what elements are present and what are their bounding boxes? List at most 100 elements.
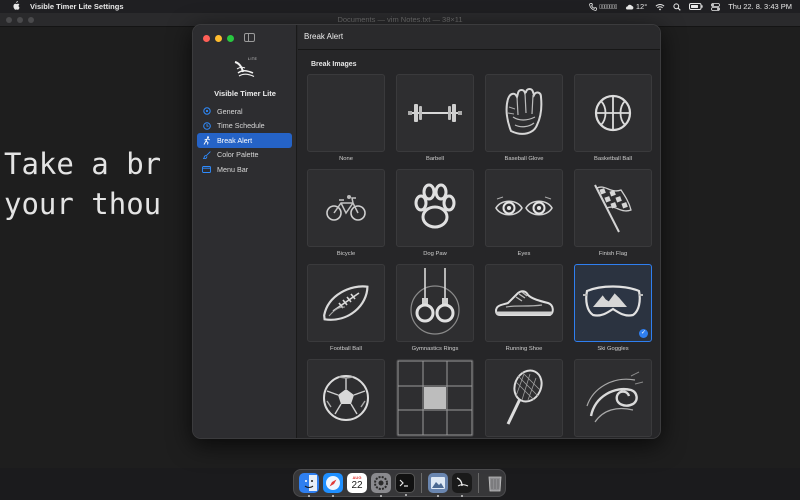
- image-tile[interactable]: [307, 169, 385, 247]
- phone-icon[interactable]: ▯▯▯▯▯▯▯: [589, 2, 617, 11]
- image-option-grid-pattern[interactable]: [396, 359, 474, 438]
- running-indicator: [380, 495, 382, 497]
- safari-icon[interactable]: [323, 473, 343, 497]
- sidebar-toggle-icon[interactable]: [244, 33, 255, 42]
- image-caption: Ski Goggles: [597, 346, 629, 352]
- sidebar-item-menu-bar[interactable]: Menu Bar: [197, 162, 292, 177]
- image-option-running-shoe[interactable]: Running Shoe: [485, 264, 563, 352]
- image-tile[interactable]: [485, 264, 563, 342]
- control-center-icon[interactable]: [711, 2, 721, 11]
- image-option-ski-goggles[interactable]: ✓ Ski Goggles: [574, 264, 652, 352]
- sidebar-item-label: General: [217, 106, 243, 116]
- running-indicator: [308, 495, 310, 497]
- image-caption: Football Ball: [330, 346, 362, 352]
- image-option-bicycle[interactable]: Bicycle: [307, 169, 385, 257]
- tennis-racket-icon: [506, 369, 543, 425]
- zoom-button[interactable]: [227, 35, 234, 42]
- image-caption: Dog Paw: [423, 251, 447, 257]
- menu-bar: Visible Timer Lite Settings ▯▯▯▯▯▯▯ 12° …: [0, 0, 800, 13]
- finder-icon[interactable]: [299, 473, 319, 497]
- running-indicator: [332, 495, 334, 497]
- clock-icon: [202, 121, 211, 130]
- wifi-icon[interactable]: [655, 3, 665, 11]
- image-option-eyes[interactable]: Eyes: [485, 169, 563, 257]
- apple-menu-icon[interactable]: [11, 1, 21, 12]
- image-tile[interactable]: [307, 74, 385, 152]
- system-settings-icon[interactable]: [371, 473, 391, 497]
- terminal-title: Documents — vim Notes.txt — 38×11: [337, 15, 463, 24]
- sidebar-item-general[interactable]: General: [197, 104, 292, 119]
- dock: AUG 22: [293, 469, 506, 497]
- settings-window: LITE Visible Timer Lite General Time Sch…: [192, 24, 661, 439]
- swirl-icon: [586, 371, 644, 423]
- grid-pattern-icon: [397, 360, 473, 436]
- sidebar-item-break-alert[interactable]: Break Alert: [197, 133, 292, 148]
- image-option-baseball-glove[interactable]: Baseball Glove: [485, 74, 563, 162]
- image-caption: Running Shoe: [505, 346, 543, 352]
- running-shoe-icon: [494, 290, 554, 316]
- gymnastics-rings-icon: [410, 268, 460, 335]
- menubar-icon: [202, 165, 211, 174]
- image-option-football-ball[interactable]: Football Ball: [307, 264, 385, 352]
- image-option-none[interactable]: None: [307, 74, 385, 162]
- trash-icon[interactable]: [485, 473, 505, 493]
- sidebar-item-label: Time Schedule: [217, 121, 265, 131]
- sidebar-item-color-palette[interactable]: Color Palette: [197, 148, 292, 163]
- gear-icon: [202, 107, 211, 116]
- image-caption: Eyes: [517, 251, 531, 257]
- image-tile-selected[interactable]: ✓: [574, 264, 652, 342]
- temperature-label: 12°: [635, 2, 648, 11]
- image-option-dog-paw[interactable]: Dog Paw: [396, 169, 474, 257]
- image-tile[interactable]: [307, 359, 385, 437]
- terminal-app-icon[interactable]: [395, 473, 415, 496]
- battery-icon[interactable]: [689, 3, 703, 10]
- image-tile[interactable]: [396, 74, 474, 152]
- image-tile[interactable]: [307, 264, 385, 342]
- image-tile[interactable]: [396, 169, 474, 247]
- sidebar: LITE Visible Timer Lite General Time Sch…: [193, 25, 297, 438]
- input-source-label: ▯▯▯▯▯▯▯: [599, 3, 617, 10]
- visible-timer-app-icon[interactable]: [452, 473, 472, 497]
- image-caption: Bicycle: [336, 251, 356, 257]
- image-caption: None: [339, 156, 353, 162]
- logo-lite-text: LITE: [248, 57, 258, 61]
- weather-icon[interactable]: 12°: [625, 2, 647, 11]
- app-menu-title[interactable]: Visible Timer Lite Settings: [30, 2, 124, 11]
- image-option-soccer-ball[interactable]: [307, 359, 385, 438]
- runner-icon: [202, 135, 211, 145]
- sidebar-nav: General Time Schedule Break Alert Color …: [197, 104, 292, 177]
- image-caption: Basketball Ball: [593, 156, 633, 162]
- image-option-basketball-ball[interactable]: Basketball Ball: [574, 74, 652, 162]
- sidebar-item-time-schedule[interactable]: Time Schedule: [197, 119, 292, 134]
- calendar-day: 22: [351, 480, 363, 491]
- dock-separator: [421, 473, 422, 493]
- image-tile[interactable]: [574, 169, 652, 247]
- content-pane: Break Alert Break Images None Barbell Ba…: [298, 25, 660, 438]
- image-tile[interactable]: [485, 359, 563, 437]
- dog-paw-icon: [414, 183, 456, 229]
- barbell-icon: [408, 104, 462, 122]
- image-caption: Barbell: [425, 156, 445, 162]
- image-tile[interactable]: [574, 359, 652, 437]
- image-option-barbell[interactable]: Barbell: [396, 74, 474, 162]
- window-controls: [203, 35, 234, 42]
- image-option-gymnastics-rings[interactable]: Gymnastics Rings: [396, 264, 474, 352]
- datetime-label[interactable]: Thu 22. 8. 3:43 PM: [728, 2, 792, 11]
- image-option-tennis-racket[interactable]: [485, 359, 563, 438]
- minimize-button[interactable]: [215, 35, 222, 42]
- image-tile[interactable]: [485, 74, 563, 152]
- image-tile[interactable]: [574, 74, 652, 152]
- image-option-swirl[interactable]: [574, 359, 652, 438]
- sidebar-item-label: Color Palette: [217, 150, 259, 160]
- image-tile[interactable]: [396, 359, 474, 437]
- calendar-icon[interactable]: AUG 22: [347, 473, 367, 493]
- preview-icon[interactable]: [428, 473, 448, 497]
- sidebar-app-name: Visible Timer Lite: [214, 89, 276, 98]
- close-button[interactable]: [203, 35, 210, 42]
- running-indicator: [461, 495, 463, 497]
- search-icon[interactable]: [673, 2, 681, 11]
- soccer-ball-icon: [323, 375, 369, 421]
- image-tile[interactable]: [396, 264, 474, 342]
- image-option-finish-flag[interactable]: Finish Flag: [574, 169, 652, 257]
- image-tile[interactable]: [485, 169, 563, 247]
